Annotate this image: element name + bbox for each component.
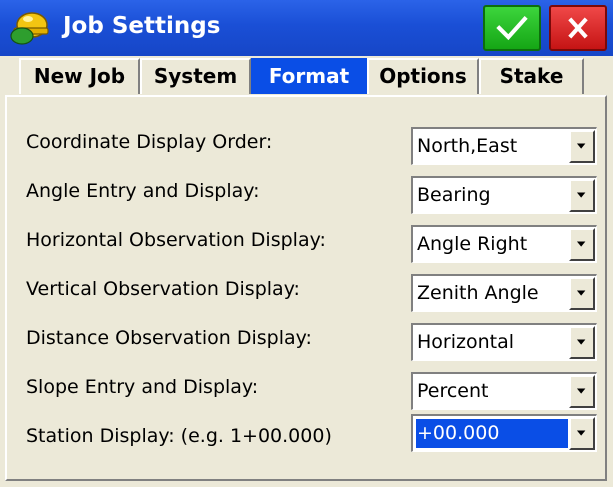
window-title: Job Settings: [63, 13, 221, 39]
vertical-observation-display-select[interactable]: Zenith Angle: [411, 274, 597, 312]
title-bar: Job Settings: [0, 0, 613, 56]
combo-value: +00.000: [416, 419, 568, 448]
angle-entry-display-label: Angle Entry and Display:: [26, 180, 260, 202]
station-display-label: Station Display: (e.g. 1+00.000): [26, 425, 332, 447]
combo-value: Percent: [417, 380, 489, 402]
helmet-icon: [8, 7, 52, 47]
tab-options[interactable]: Options: [367, 58, 479, 94]
dropdown-arrow-icon[interactable]: [569, 228, 595, 261]
dropdown-arrow-icon[interactable]: [569, 326, 595, 359]
dropdown-arrow-icon[interactable]: [569, 375, 595, 408]
combo-value: Angle Right: [417, 233, 528, 255]
distance-observation-display-label: Distance Observation Display:: [26, 327, 312, 349]
vertical-observation-display-label: Vertical Observation Display:: [26, 278, 300, 300]
tab-stake[interactable]: Stake: [479, 58, 584, 94]
tab-system[interactable]: System: [140, 58, 251, 94]
combo-value: North,East: [417, 135, 518, 157]
combo-value: Zenith Angle: [417, 282, 539, 304]
horizontal-observation-display-label: Horizontal Observation Display:: [26, 229, 326, 251]
combo-value: Horizontal: [417, 331, 515, 353]
coordinate-display-order-select[interactable]: North,East: [411, 127, 597, 165]
tab-new-job[interactable]: New Job: [19, 58, 140, 94]
combo-value: Bearing: [417, 184, 491, 206]
ok-button[interactable]: [483, 5, 541, 51]
dropdown-arrow-icon[interactable]: [569, 179, 595, 212]
close-icon: [568, 17, 588, 39]
checkmark-icon: [496, 15, 528, 41]
coordinate-display-order-label: Coordinate Display Order:: [26, 131, 273, 153]
slope-entry-display-select[interactable]: Percent: [411, 372, 597, 410]
distance-observation-display-select[interactable]: Horizontal: [411, 323, 597, 361]
dropdown-arrow-icon[interactable]: [569, 130, 595, 163]
dropdown-arrow-icon[interactable]: [569, 417, 595, 450]
horizontal-observation-display-select[interactable]: Angle Right: [411, 225, 597, 263]
slope-entry-display-label: Slope Entry and Display:: [26, 376, 259, 398]
close-button[interactable]: [549, 5, 607, 51]
station-display-select[interactable]: +00.000: [411, 414, 597, 452]
angle-entry-display-select[interactable]: Bearing: [411, 176, 597, 214]
tab-format[interactable]: Format: [251, 58, 367, 94]
dropdown-arrow-icon[interactable]: [569, 277, 595, 310]
